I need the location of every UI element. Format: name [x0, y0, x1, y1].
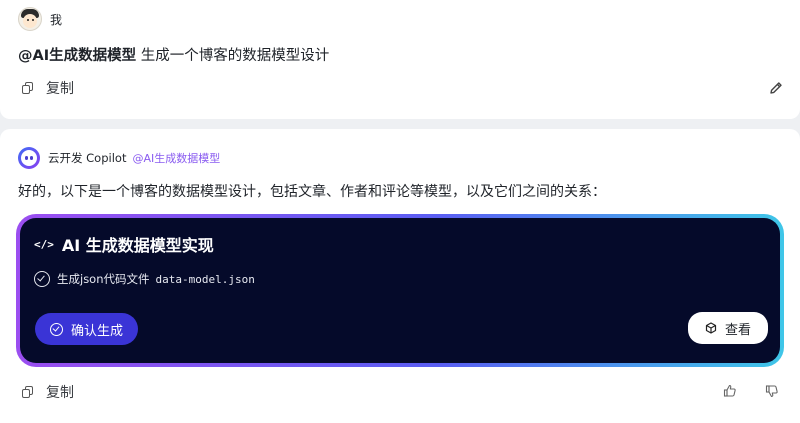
confirm-check-icon — [49, 322, 63, 336]
model-card-title: AI 生成数据模型实现 — [61, 236, 214, 255]
bot-header: 云开发 Copilot @AI生成数据模型 — [18, 147, 220, 169]
copy-label: 复制 — [46, 385, 74, 401]
copy-icon — [22, 386, 33, 398]
model-card: </> AI 生成数据模型实现 生成json代码文件 data-model.js… — [16, 214, 784, 367]
thumbs-down-icon[interactable] — [765, 384, 779, 398]
view-button[interactable]: 查看 — [688, 312, 768, 344]
confirm-label: 确认生成 — [70, 322, 123, 338]
copy-icon — [22, 82, 33, 94]
model-card-title-row: </> AI 生成数据模型实现 — [34, 232, 214, 256]
user-avatar — [18, 7, 42, 31]
bot-copy-button[interactable]: 复制 — [22, 382, 74, 402]
file-name: data-model.json — [155, 272, 255, 286]
bot-avatar — [18, 147, 40, 169]
thumbs-up-icon[interactable] — [723, 384, 737, 398]
copy-label: 复制 — [46, 81, 74, 97]
cube-icon — [705, 322, 717, 334]
user-copy-button[interactable]: 复制 — [22, 78, 74, 98]
user-prompt: 生成一个博客的数据模型设计 — [140, 48, 330, 64]
user-message-card: 我 @AI生成数据模型 生成一个博客的数据模型设计 复制 — [0, 0, 800, 119]
model-card-body: </> AI 生成数据模型实现 生成json代码文件 data-model.js… — [20, 218, 780, 363]
bot-response-text: 好的，以下是一个博客的数据模型设计，包括文章、作者和评论等模型，以及它们之间的关… — [18, 184, 606, 200]
user-message-text: @AI生成数据模型 生成一个博客的数据模型设计 — [18, 44, 329, 65]
code-icon: </> — [34, 237, 54, 251]
user-mention: @AI生成数据模型 — [18, 48, 137, 64]
user-name: 我 — [50, 12, 63, 27]
file-row: 生成json代码文件 data-model.json — [34, 271, 255, 287]
edit-icon[interactable] — [768, 80, 784, 96]
view-label: 查看 — [724, 321, 751, 337]
user-header: 我 — [18, 6, 62, 32]
file-label: 生成json代码文件 — [57, 272, 150, 286]
bot-name: 云开发 Copilot — [48, 151, 127, 165]
bot-message-card: 云开发 Copilot @AI生成数据模型 好的，以下是一个博客的数据模型设计，… — [0, 129, 800, 423]
check-circle-icon — [34, 271, 50, 287]
bot-mention: @AI生成数据模型 — [132, 152, 221, 165]
confirm-generate-button[interactable]: 确认生成 — [35, 313, 138, 345]
